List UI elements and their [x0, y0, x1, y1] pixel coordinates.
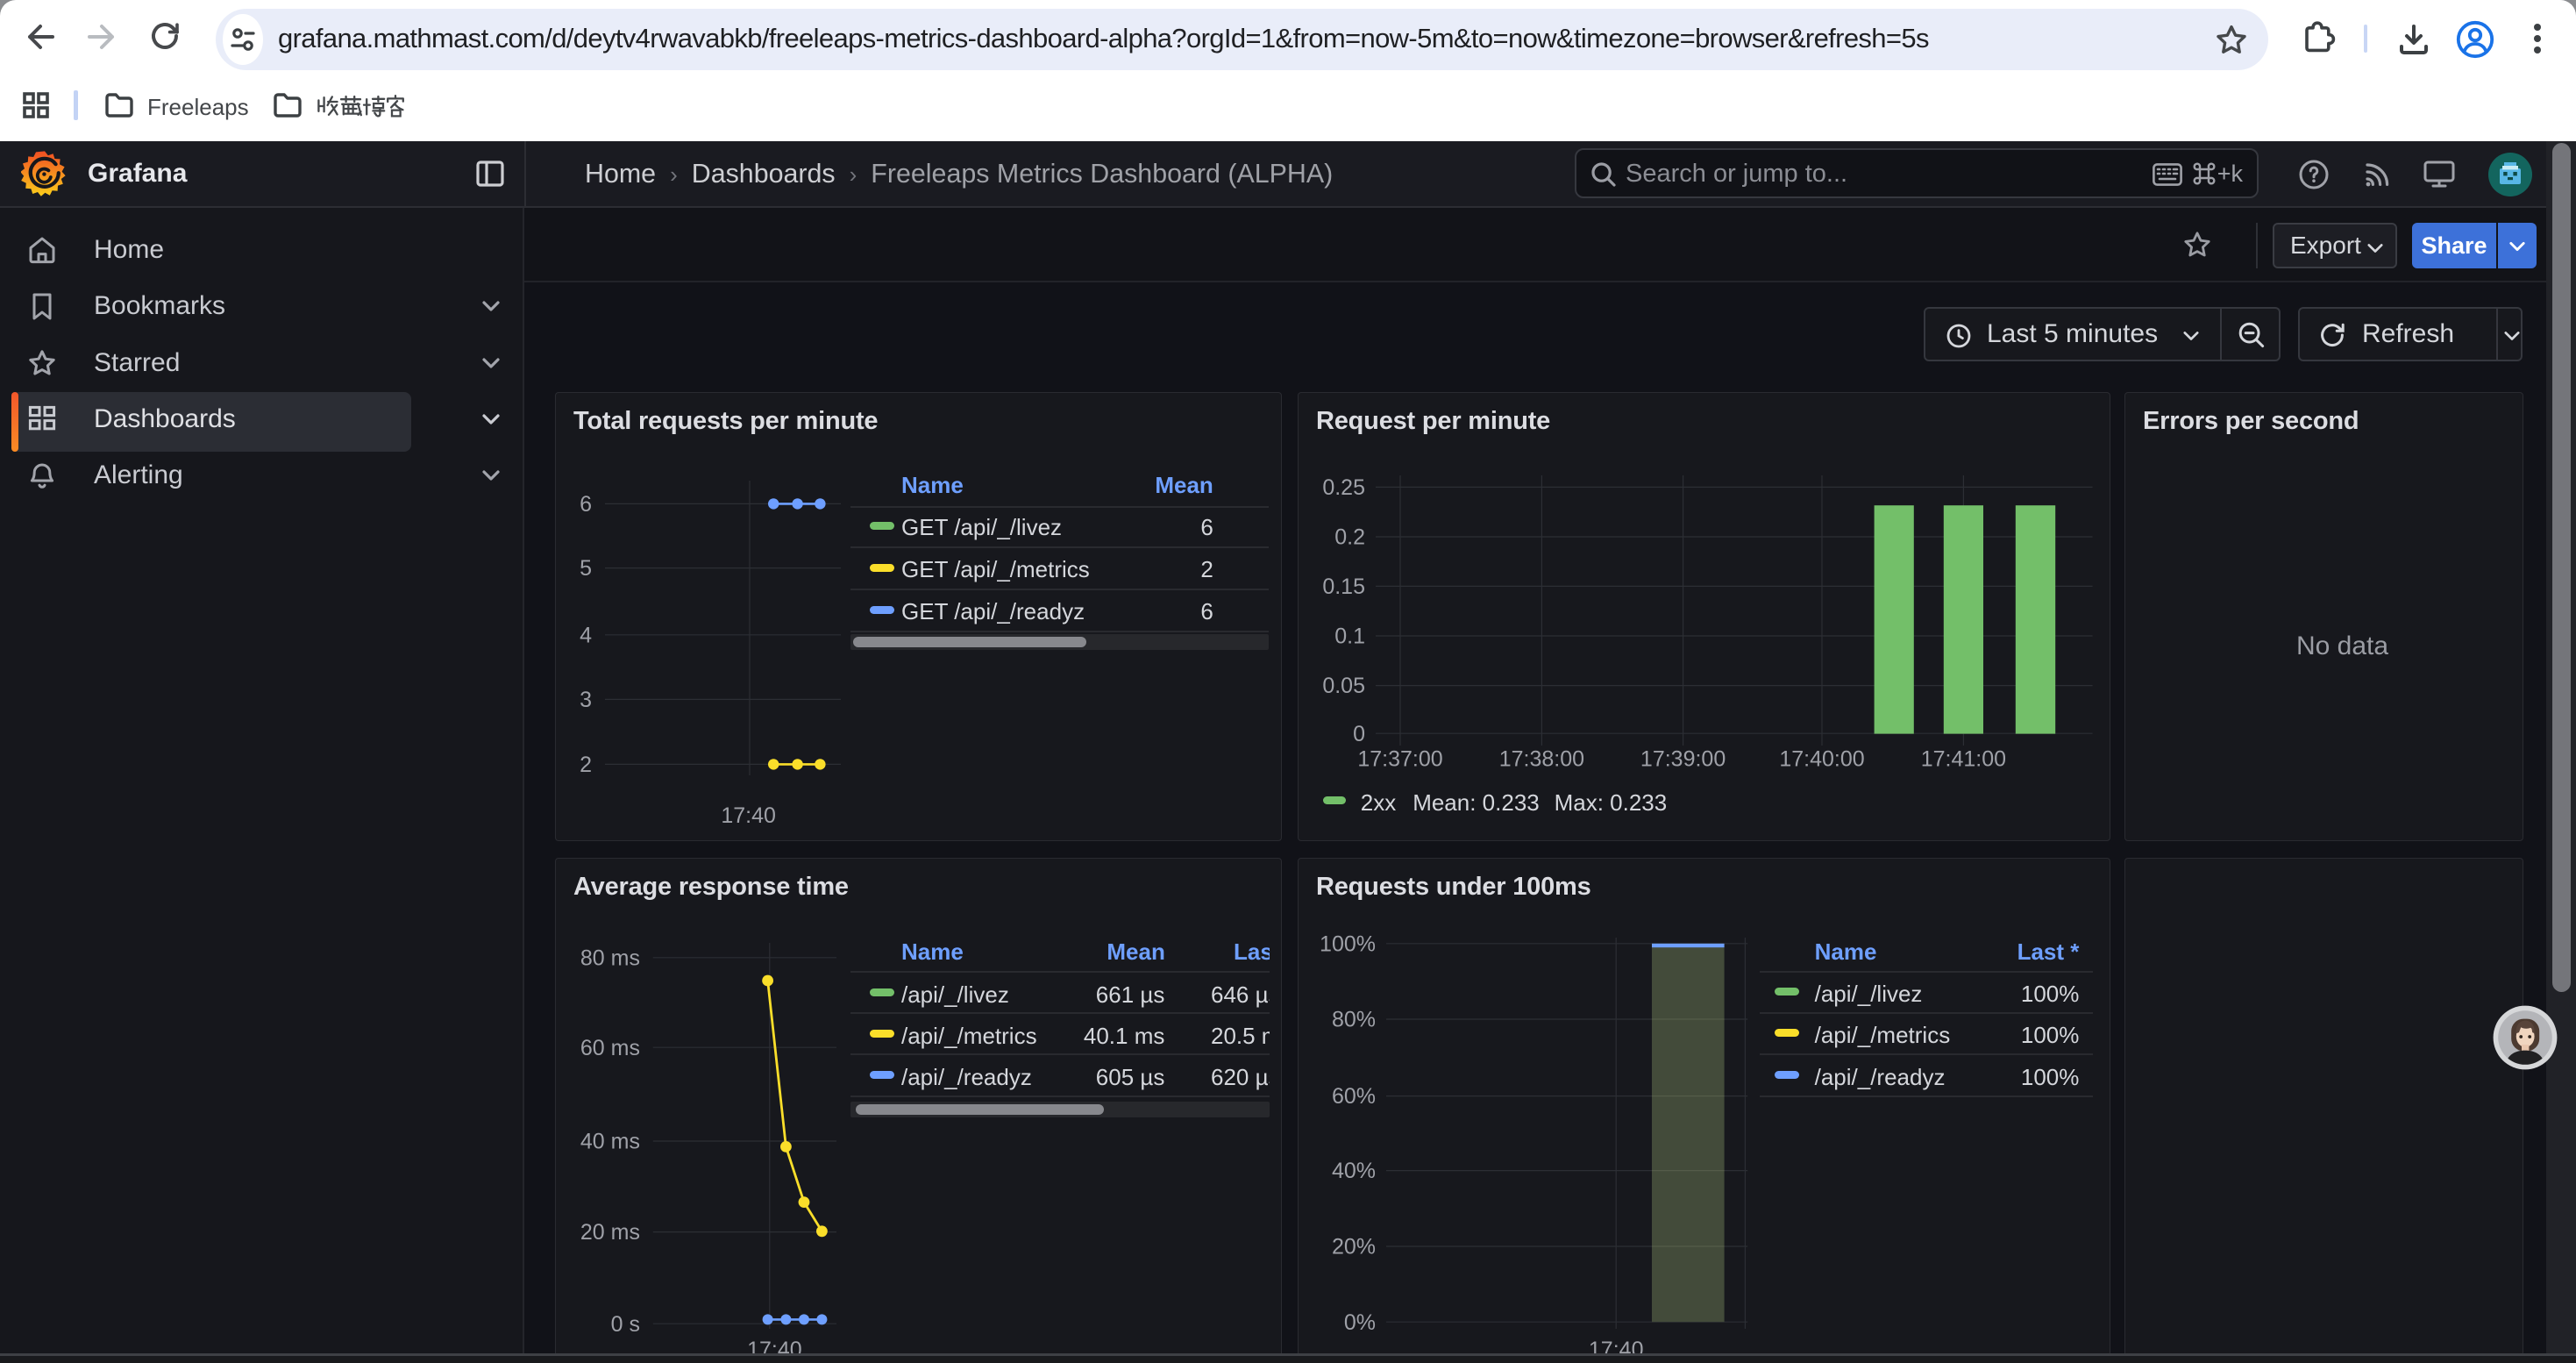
svg-text:3: 3 [580, 688, 592, 712]
svg-text:0.1: 0.1 [1334, 624, 1365, 649]
svg-text:100%: 100% [1320, 931, 1376, 956]
svg-text:80%: 80% [1332, 1008, 1376, 1032]
svg-text:17:40: 17:40 [721, 803, 776, 828]
svg-text:2: 2 [580, 753, 592, 777]
svg-text:17:40:00: 17:40:00 [1779, 746, 1864, 771]
svg-text:40%: 40% [1332, 1159, 1376, 1183]
svg-text:4: 4 [580, 623, 592, 647]
svg-text:0.05: 0.05 [1322, 674, 1365, 698]
svg-text:0.25: 0.25 [1322, 475, 1365, 500]
svg-text:80 ms: 80 ms [580, 946, 640, 970]
svg-text:5: 5 [580, 556, 592, 581]
svg-text:20 ms: 20 ms [580, 1220, 640, 1245]
svg-text:0.15: 0.15 [1322, 574, 1365, 599]
svg-text:0 s: 0 s [611, 1312, 640, 1337]
svg-text:17:39:00: 17:39:00 [1640, 746, 1726, 771]
svg-text:0.2: 0.2 [1334, 525, 1365, 550]
svg-text:40 ms: 40 ms [580, 1130, 640, 1154]
svg-text:60 ms: 60 ms [580, 1036, 640, 1060]
svg-text:0%: 0% [1344, 1310, 1376, 1335]
svg-text:17:41:00: 17:41:00 [1921, 746, 2006, 771]
svg-text:20%: 20% [1332, 1235, 1376, 1260]
svg-text:17:37:00: 17:37:00 [1357, 746, 1442, 771]
svg-text:0: 0 [1353, 722, 1365, 746]
svg-text:60%: 60% [1332, 1084, 1376, 1109]
svg-text:6: 6 [580, 492, 592, 517]
svg-text:17:38:00: 17:38:00 [1499, 746, 1584, 771]
